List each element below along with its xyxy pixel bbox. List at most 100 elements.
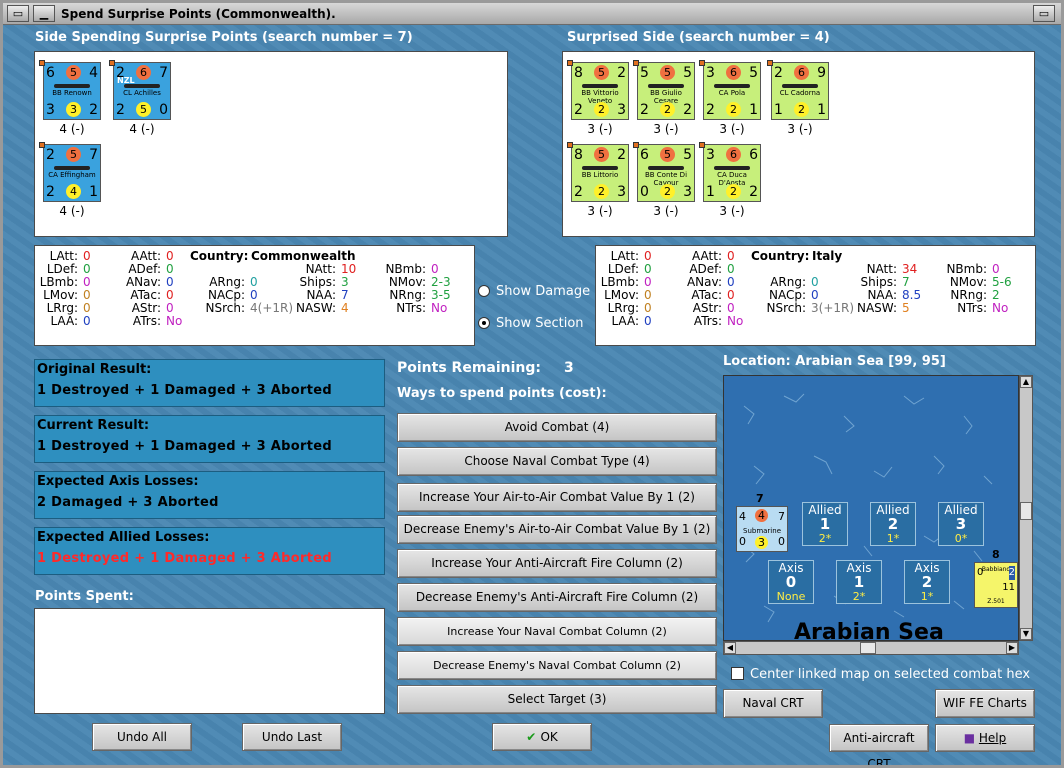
right-unit-def: 2 <box>660 184 675 199</box>
right-unit-tl: 5 <box>640 65 649 81</box>
sub-br: 0 <box>778 535 785 548</box>
center-map-checkbox-row[interactable]: Center linked map on selected combat hex <box>731 667 1030 682</box>
left-unit-2[interactable]: 2 5 7 CA Effingham 2 4 1 <box>39 142 101 202</box>
allied-box-1[interactable]: Allied 1 2* <box>802 502 848 546</box>
title-bar[interactable]: ▭ ▁ Spend Surprise Points (Commonwealth)… <box>3 3 1061 25</box>
right-unit-tr: 9 <box>817 65 826 81</box>
right-unit-caption: 3 (-) <box>787 122 813 136</box>
left_stats-nbmb-value: 0 <box>431 262 439 276</box>
left_stats-lrng-label: LRrg: <box>46 301 78 315</box>
left-unit-caption: 4 (-) <box>129 122 155 136</box>
axis-box-2[interactable]: Axis 2 1* <box>904 560 950 604</box>
right_stats-nbmb-value: 0 <box>992 262 1000 276</box>
left-units-panel[interactable]: 6 5 4 BB Renown 3 3 2 4 (-) 2 6 7 CL Achilles 2 5 0 NZL… <box>34 51 508 237</box>
spend-button-1[interactable]: Choose Naval Combat Type (4) <box>397 447 717 476</box>
show-damage-label: Show Damage <box>496 284 591 299</box>
system-menu-button[interactable]: ▭ <box>7 5 29 22</box>
sub-tl: 4 <box>739 510 746 523</box>
maximize-button[interactable]: ▭ <box>1033 5 1055 22</box>
map-submarine-unit[interactable]: 4 4 7 Submarine 0 3 0 <box>736 506 788 552</box>
map-vertical-scrollbar[interactable]: ▲ ▼ <box>1019 375 1033 641</box>
right-unit-ship <box>782 84 818 88</box>
vertical-scroll-thumb[interactable] <box>1020 502 1032 520</box>
spend-button-4[interactable]: Increase Your Anti-Aircraft Fire Column … <box>397 549 717 578</box>
right-unit-ship <box>714 84 750 88</box>
help-button[interactable]: ■ Help <box>935 724 1035 752</box>
axis-box-1[interactable]: Axis 1 2* <box>836 560 882 604</box>
axis-box-0[interactable]: Axis 0 None <box>768 560 814 604</box>
center-map-checkbox[interactable] <box>731 667 744 680</box>
undo-last-button[interactable]: Undo Last <box>242 723 342 751</box>
sub-stack-count: 7 <box>756 492 764 505</box>
undo-all-button[interactable]: Undo All <box>92 723 192 751</box>
show-damage-radio-button[interactable] <box>478 285 490 297</box>
right-unit-ship <box>582 166 618 170</box>
location-label: Location: Arabian Sea [99, 95] <box>723 354 946 369</box>
right-unit-ship <box>648 84 684 88</box>
sub-att: 4 <box>755 509 768 522</box>
right-unit-3[interactable]: 2 6 9 CL Cadorna 1 2 1 <box>767 60 829 120</box>
spend-button-7[interactable]: Decrease Enemy's Naval Combat Column (2) <box>397 651 717 680</box>
map-horizontal-scrollbar[interactable]: ◀ ▶ <box>723 641 1019 655</box>
right-unit-tr: 2 <box>617 147 626 163</box>
scroll-left-arrow[interactable]: ◀ <box>724 642 736 654</box>
spend-button-0[interactable]: Avoid Combat (4) <box>397 413 717 442</box>
spend-button-label: Decrease Enemy's Naval Combat Column (2) <box>433 659 681 672</box>
scroll-up-arrow[interactable]: ▲ <box>1020 376 1032 388</box>
left-unit-nationality: NZL <box>117 76 135 85</box>
left-unit-caption: 4 (-) <box>59 122 85 136</box>
spend-button-3[interactable]: Decrease Enemy's Air-to-Air Combat Value… <box>397 515 717 544</box>
right-unit-4[interactable]: 8 5 2 BB Littorio 2 2 3 <box>567 142 629 202</box>
right-unit-5[interactable]: 6 5 5 BB Conte Di Cavour 0 2 3 <box>633 142 695 202</box>
left_stats-nacp-value: 0 <box>250 288 258 302</box>
result-heading: Expected Allied Losses: <box>37 530 210 545</box>
left_stats-atrs-label: ATrs: <box>132 314 161 328</box>
show-section-radio[interactable]: Show Section <box>478 316 584 331</box>
left-unit-att: 5 <box>66 65 81 80</box>
map-italian-unit[interactable]: 0 Babbiano 2 11 Z.501 <box>974 562 1018 608</box>
right-unit-2[interactable]: 3 6 5 CA Pola 2 2 1 <box>699 60 761 120</box>
show-section-radio-button[interactable] <box>478 317 490 329</box>
horizontal-scroll-thumb[interactable] <box>860 642 876 654</box>
aa-crt-button[interactable]: Anti-aircraft CRT <box>829 724 929 765</box>
location-map[interactable]: Allied 1 2* Allied 2 1* Allied 3 0* Axis 0 None Axis… <box>723 375 1019 641</box>
show-damage-radio[interactable]: Show Damage <box>478 284 590 299</box>
allied-box-2[interactable]: Allied 2 1* <box>870 502 916 546</box>
spend-button-5[interactable]: Decrease Enemy's Anti-Aircraft Fire Colu… <box>397 583 717 612</box>
spend-button-6[interactable]: Increase Your Naval Combat Column (2) <box>397 617 717 646</box>
right-unit-att: 5 <box>660 147 675 162</box>
naval-crt-button[interactable]: Naval CRT <box>723 689 823 718</box>
spend-button-label: Increase Your Naval Combat Column (2) <box>447 625 667 638</box>
result-value: 1 Destroyed + 1 Damaged + 3 Aborted <box>37 551 332 566</box>
left_stats-naa-label: NAA: <box>306 288 336 302</box>
scroll-right-arrow[interactable]: ▶ <box>1006 642 1018 654</box>
right_stats-naa-value: 8.5 <box>902 288 922 302</box>
right-unit-0[interactable]: 8 5 2 BB Vittorio Veneto 2 2 3 <box>567 60 629 120</box>
right-unit-bl: 2 <box>706 102 715 118</box>
right-unit-1[interactable]: 5 5 5 BB Giulio Cesare 2 2 2 <box>633 60 695 120</box>
left_stats-nsrch-value: 4(+1R) <box>250 301 294 315</box>
left-unit-1[interactable]: 2 6 7 CL Achilles 2 5 0 NZL <box>109 60 171 120</box>
wif-charts-button[interactable]: WIF FE Charts <box>935 689 1035 718</box>
right-units-panel[interactable]: 8 5 2 BB Vittorio Veneto 2 2 3 3 (-) 5 5 5 BB Giuli… <box>562 51 1035 237</box>
ok-button[interactable]: ✔ OK <box>492 723 592 751</box>
minimize-button[interactable]: ▁ <box>33 5 55 22</box>
spend-button-8[interactable]: Select Target (3) <box>397 685 717 714</box>
spend-button-2[interactable]: Increase Your Air-to-Air Combat Value By… <box>397 483 717 512</box>
right_stats-lrng-label: LRrg: <box>607 301 639 315</box>
left-unit-0[interactable]: 6 5 4 BB Renown 3 3 2 <box>39 60 101 120</box>
check-icon: ✔ <box>526 730 541 744</box>
allied-box-3[interactable]: Allied 3 0* <box>938 502 984 546</box>
right-unit-br: 1 <box>749 102 758 118</box>
points-spent-list[interactable] <box>34 608 385 714</box>
right-unit-tl: 8 <box>574 147 583 163</box>
left-unit-br: 1 <box>89 184 98 200</box>
scroll-down-arrow[interactable]: ▼ <box>1020 628 1032 640</box>
right-unit-6[interactable]: 3 6 6 CA Duca D'Aosta 1 2 2 <box>699 142 761 202</box>
right-unit-tr: 6 <box>749 147 758 163</box>
allied-box-num: 2 <box>887 515 899 533</box>
right_stats-atrs-label: ATrs: <box>693 314 722 328</box>
right_stats-nmov-value: 5-6 <box>992 275 1012 289</box>
ital-tr: 2 <box>1008 566 1015 580</box>
axis-box-sub: 2* <box>852 590 866 603</box>
